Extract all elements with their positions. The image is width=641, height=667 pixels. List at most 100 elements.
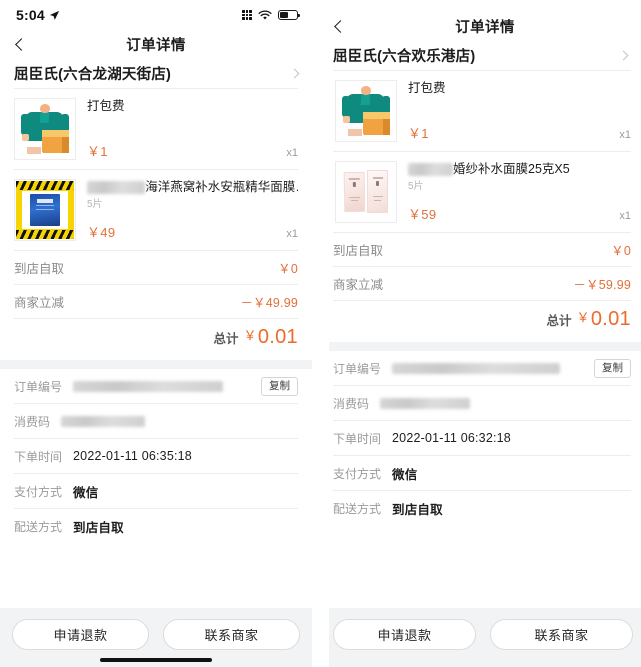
fee-label: 商家立减 (333, 278, 384, 292)
item-price: ￥1 (408, 126, 429, 141)
contact-merchant-button[interactable]: 联系商家 (163, 619, 300, 650)
order-total-row: 总计 ￥0.01 (329, 301, 641, 342)
fee-value: ￥0 (611, 244, 631, 258)
store-header-row[interactable]: 屈臣氏(六合欢乐港店) (329, 40, 641, 70)
signal-dots-icon (242, 10, 252, 20)
chevron-left-icon (14, 37, 28, 51)
item-price: ￥1 (87, 144, 108, 159)
item-thumbnail (335, 80, 397, 142)
total-amount: ￥0.01 (244, 326, 298, 349)
item-footer: ￥49 x1 (87, 222, 298, 241)
info-row-order-time: 下单时间 2022-01-11 06:32:18 (329, 421, 641, 455)
order-item-row[interactable]: 婚纱补水面膜25克X5 5片 ￥59 x1 (329, 152, 641, 232)
total-amount: ￥0.01 (577, 308, 631, 331)
copy-button[interactable]: 复制 (261, 376, 298, 396)
redacted-order-number (73, 380, 224, 392)
order-item-row[interactable]: 打包费 ￥1 x1 (329, 71, 641, 151)
content-spacer (329, 525, 641, 608)
content-spacer (0, 543, 312, 608)
total-label: 总计 (213, 332, 239, 346)
fee-label: 到店自取 (14, 262, 65, 276)
home-indicator-area (0, 656, 312, 667)
info-label: 消费码 (333, 396, 370, 411)
wedding-mask-sachets-icon (343, 169, 389, 215)
redacted-consumption-code (380, 397, 471, 409)
battery-icon (278, 10, 301, 20)
info-value: 到店自取 (392, 502, 443, 517)
fee-label: 到店自取 (333, 244, 384, 258)
info-row-delivery-method: 配送方式 到店自取 (329, 491, 641, 525)
request-refund-button[interactable]: 申请退款 (12, 619, 149, 650)
dual-screenshot-stage: 5:04 订单详情 屈臣氏(六合龙湖天街店) 打包费 ￥1 x1 海洋燕窝补水安… (0, 0, 641, 667)
contact-merchant-button[interactable]: 联系商家 (490, 619, 633, 650)
info-label: 配送方式 (333, 501, 382, 516)
item-title-row: 打包费 (408, 80, 631, 97)
store-header-row[interactable]: 屈臣氏(六合龙湖天街店) (0, 58, 312, 88)
page-title: 订单详情 (126, 37, 186, 54)
item-footer: ￥1 x1 (408, 123, 631, 142)
info-row-delivery-method: 配送方式 到店自取 (0, 509, 312, 543)
request-refund-button[interactable]: 申请退款 (333, 619, 476, 650)
redacted-brand-block (87, 181, 146, 194)
item-quantity: x1 (286, 228, 298, 240)
info-label: 下单时间 (14, 449, 63, 464)
item-spec: 5片 (87, 199, 103, 210)
face-mask-box-caution-tape-icon (16, 181, 74, 239)
panel-gap (312, 0, 329, 667)
info-row-order-time: 下单时间 2022-01-11 06:35:18 (0, 439, 312, 473)
item-title-row: 打包费 (87, 98, 298, 115)
home-indicator[interactable] (100, 658, 212, 662)
fee-row-pickup: 到店自取 ￥0 (0, 251, 312, 284)
info-label: 下单时间 (333, 431, 382, 446)
back-button[interactable] (331, 17, 349, 35)
status-bar: 5:04 (0, 0, 312, 30)
info-label: 订单编号 (14, 379, 63, 394)
fee-value: －￥49.99 (240, 296, 298, 310)
info-value: 微信 (73, 485, 99, 500)
info-label: 消费码 (14, 414, 51, 429)
action-bar: 申请退款 联系商家 (329, 608, 641, 656)
info-row-order-number: 订单编号 复制 (329, 351, 641, 385)
item-spec: 5片 (408, 181, 424, 192)
fee-row-pickup: 到店自取 ￥0 (329, 233, 641, 266)
chevron-right-icon (289, 68, 300, 78)
currency-symbol: ￥ (243, 328, 257, 343)
item-body: 海洋燕窝补水安瓶精华面膜… 5片 ￥49 x1 (87, 179, 298, 241)
back-button[interactable] (12, 35, 30, 53)
chevron-right-icon (618, 50, 629, 60)
packaging-fee-illustration-icon (19, 103, 71, 155)
item-quantity: x1 (619, 129, 631, 141)
order-total-row: 总计 ￥0.01 (0, 319, 312, 360)
store-name: 屈臣氏(六合欢乐港店) (333, 48, 476, 65)
copy-button[interactable]: 复制 (594, 358, 631, 378)
info-value: 2022-01-11 06:32:18 (392, 431, 511, 445)
info-label: 支付方式 (14, 484, 63, 499)
item-body: 打包费 ￥1 x1 (87, 98, 298, 160)
item-name: 打包费 (87, 99, 125, 113)
info-label: 支付方式 (333, 466, 382, 481)
item-name: 海洋燕窝补水安瓶精华面膜… (145, 180, 298, 194)
action-bar: 申请退款 联系商家 (0, 608, 312, 656)
info-row-consumption-code: 消费码 (0, 404, 312, 438)
top-spacer (329, 0, 641, 12)
status-bar-time-group: 5:04 (16, 7, 60, 23)
item-price: ￥49 (87, 225, 116, 240)
order-item-row[interactable]: 海洋燕窝补水安瓶精华面膜… 5片 ￥49 x1 (0, 170, 312, 250)
item-thumbnail (335, 161, 397, 223)
item-body: 婚纱补水面膜25克X5 5片 ￥59 x1 (408, 161, 631, 223)
status-bar-clock: 5:04 (16, 7, 45, 23)
item-thumbnail (14, 179, 76, 241)
order-detail-screen-left: 5:04 订单详情 屈臣氏(六合龙湖天街店) 打包费 ￥1 x1 海洋燕窝补水安… (0, 0, 312, 667)
chevron-left-icon (333, 19, 347, 33)
item-body: 打包费 ￥1 x1 (408, 80, 631, 142)
item-thumbnail (14, 98, 76, 160)
item-footer: ￥1 x1 (87, 141, 298, 160)
store-name: 屈臣氏(六合龙湖天街店) (14, 66, 172, 83)
section-separator (0, 360, 312, 369)
fee-value: －￥59.99 (573, 278, 631, 292)
order-item-row[interactable]: 打包费 ￥1 x1 (0, 89, 312, 169)
nav-bar: 订单详情 (329, 12, 641, 40)
item-quantity: x1 (619, 210, 631, 222)
item-footer: ￥59 x1 (408, 204, 631, 223)
fee-label: 商家立减 (14, 296, 65, 310)
